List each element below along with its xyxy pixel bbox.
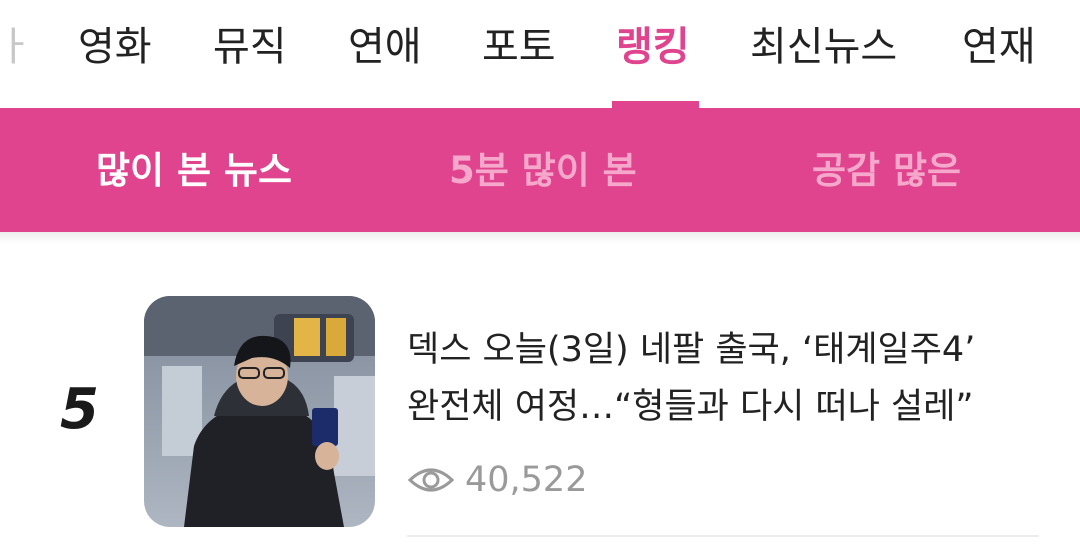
nav-item-series[interactable]: 연재 bbox=[962, 22, 1036, 72]
nav-item-ranking[interactable]: 랭킹 bbox=[616, 22, 690, 72]
article-thumbnail[interactable] bbox=[144, 296, 375, 527]
view-count-value: 40,522 bbox=[465, 460, 588, 500]
headline-line-2: 완전체 여정…“형들과 다시 떠나 설레” bbox=[407, 387, 974, 427]
rank-number: 5 bbox=[60, 377, 99, 442]
active-tab-indicator bbox=[612, 101, 699, 108]
nav-item-photo[interactable]: 포토 bbox=[482, 22, 556, 72]
nav-item-latest-news[interactable]: 최신뉴스 bbox=[750, 22, 897, 72]
nav-item-partial[interactable]: ㅏ bbox=[0, 22, 33, 72]
tab-most-liked[interactable]: 공감 많은 bbox=[812, 148, 961, 194]
nav-item-music[interactable]: 뮤직 bbox=[213, 22, 287, 72]
list-divider bbox=[407, 535, 1039, 537]
tab-most-viewed[interactable]: 많이 본 뉴스 bbox=[96, 148, 292, 194]
article-headline[interactable]: 덱스 오늘(3일) 네팔 출국, ‘태계일주4’ 완전체 여정…“형들과 다시 … bbox=[407, 322, 1047, 436]
nav-item-movie[interactable]: 영화 bbox=[78, 22, 152, 72]
ranking-sub-tabs: 많이 본 뉴스 5분 많이 본 공감 많은 bbox=[0, 108, 1080, 232]
top-nav: ㅏ 영화 뮤직 연애 포토 랭킹 최신뉴스 연재 bbox=[0, 0, 1080, 108]
tab-bar-shadow bbox=[0, 232, 1080, 244]
photo-thumbnail-icon bbox=[144, 296, 375, 527]
nav-item-entertainment[interactable]: 연애 bbox=[348, 22, 422, 72]
tab-5min-most-viewed[interactable]: 5분 많이 본 bbox=[449, 148, 637, 194]
headline-line-1: 덱스 오늘(3일) 네팔 출국, ‘태계일주4’ bbox=[407, 330, 976, 370]
eye-icon bbox=[407, 468, 455, 492]
